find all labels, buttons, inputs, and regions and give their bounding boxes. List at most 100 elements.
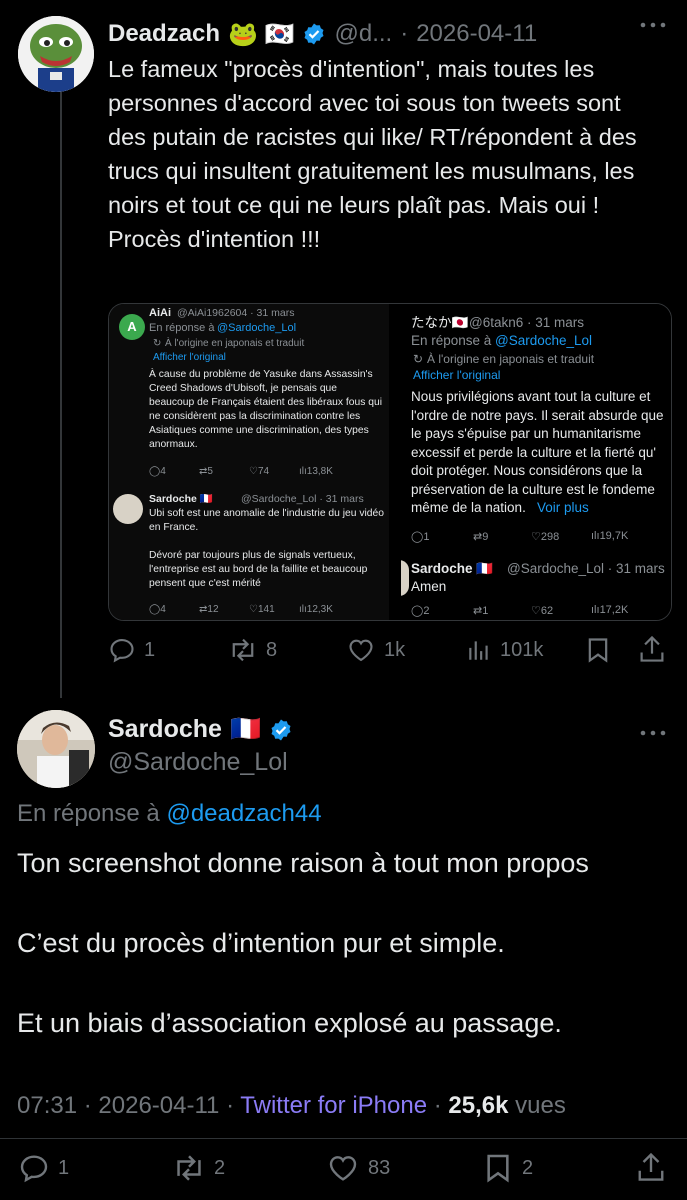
share-button[interactable] xyxy=(638,634,666,664)
views-button[interactable]: 101k xyxy=(466,636,543,664)
mini-actions: ◯ 4 ⇄ 12 ♡ 141 ılı 12,3K xyxy=(149,604,385,615)
repost-button[interactable]: 8 xyxy=(228,636,277,664)
media-right-pane: たなか🇯🇵 @6takn6 · 31 mars En réponse à @Sa… xyxy=(401,304,671,620)
tweet-meta: 07:31 · 2026-04-11 · Twitter for iPhone … xyxy=(17,1092,566,1119)
mini-reply-prefix: En réponse à xyxy=(411,333,492,348)
separator: · xyxy=(400,20,409,47)
repost-count: 8 xyxy=(266,638,278,661)
like-button[interactable]: 1k xyxy=(346,636,405,664)
mini-avatar xyxy=(113,494,143,524)
author-handle[interactable]: @d... xyxy=(334,20,392,48)
bookmark-button[interactable]: 2 xyxy=(482,1152,533,1184)
repost-icon: ⇄ xyxy=(473,605,483,617)
bookmark-count: 2 xyxy=(522,1156,534,1179)
reply-context: En réponse à @deadzach44 xyxy=(17,800,322,828)
reply-button[interactable]: 1 xyxy=(108,636,155,664)
mini-text: Amen xyxy=(411,579,447,594)
repost-icon: ⇄ xyxy=(199,466,208,477)
repost-icon xyxy=(228,636,258,664)
embedded-screenshot[interactable]: A AiAi @AiAi1962604 · 31 mars En réponse… xyxy=(108,303,672,621)
mini-actions: ◯ 2 ⇄ 1 ♡ 62 ılı 17,2K xyxy=(411,604,671,617)
divider xyxy=(0,1138,687,1139)
mini-actions: ◯ 1 ⇄ 9 ♡ 298 ılı 19,7K xyxy=(411,530,671,543)
reply-icon: ◯ xyxy=(411,605,424,617)
mini-text: Ubi soft est une anomalie de l'industrie… xyxy=(149,508,384,589)
like-icon: ♡ xyxy=(249,604,258,615)
mini-views: ılı 13,8K xyxy=(299,466,333,477)
mini-text: À cause du problème de Yasuke dans Assas… xyxy=(149,369,385,450)
like-count: 83 xyxy=(368,1156,391,1179)
tweet-date[interactable]: 2026-04-11 xyxy=(416,20,537,48)
mini-name: たなか🇯🇵 xyxy=(411,315,469,330)
mini-avatar: A xyxy=(119,314,145,340)
mini-voir-plus: Voir plus xyxy=(537,500,589,515)
mini-avatar xyxy=(401,560,409,596)
tweet-text: Le fameux "procès d'intention", mais tou… xyxy=(108,56,644,252)
mini-reply-to: @Sardoche_Lol xyxy=(495,333,593,348)
repost-button[interactable]: 2 xyxy=(172,1152,225,1184)
more-icon[interactable] xyxy=(640,22,666,28)
avatar[interactable] xyxy=(18,16,94,92)
tweet-date[interactable]: 2026-04-11 xyxy=(98,1092,219,1119)
mini-show-original: Afficher l'original xyxy=(413,368,501,382)
translate-icon: ↻ xyxy=(413,352,424,366)
views-count: 25,6k xyxy=(448,1092,509,1119)
views-count: 101k xyxy=(500,638,544,661)
reply-to-link[interactable]: @deadzach44 xyxy=(166,800,321,827)
mini-likes: ♡ 74 xyxy=(249,466,270,477)
mini-likes: ♡ 298 xyxy=(531,531,560,543)
mini-likes: ♡ 141 xyxy=(249,604,275,615)
mini-name: Sardoche 🇫🇷 xyxy=(411,561,494,576)
bookmark-button[interactable] xyxy=(584,636,612,664)
reply-prefix: En réponse à xyxy=(17,800,160,827)
more-icon[interactable] xyxy=(640,730,666,736)
share-icon xyxy=(638,634,666,664)
like-icon: ♡ xyxy=(531,531,541,543)
tweet1-header: Deadzach 🐸 🇰🇷 @d... · 2026-04-11 xyxy=(108,16,537,52)
mini-show-original: Afficher l'original xyxy=(153,352,226,363)
like-button[interactable]: 83 xyxy=(326,1152,390,1184)
mini-name: Sardoche 🇫🇷 xyxy=(149,493,213,505)
reply-icon: ◯ xyxy=(149,466,161,477)
tweet-source[interactable]: Twitter for iPhone xyxy=(240,1092,427,1119)
author-handle[interactable]: @Sardoche_Lol xyxy=(108,748,288,777)
mini-replies: ◯ 4 xyxy=(149,604,166,615)
avatar[interactable] xyxy=(17,710,95,788)
mini-views: ılı 19,7K xyxy=(591,530,629,542)
mini-reposts: ⇄ 1 xyxy=(473,605,489,617)
reply-count: 1 xyxy=(144,638,156,661)
mini-handle: @Sardoche_Lol · 31 mars xyxy=(507,561,665,576)
reply-button[interactable]: 1 xyxy=(18,1152,69,1184)
like-count: 1k xyxy=(384,638,406,661)
share-button[interactable] xyxy=(636,1150,666,1184)
repost-icon: ⇄ xyxy=(473,531,483,543)
paragraph: Ton screenshot donne raison à tout mon p… xyxy=(17,848,589,878)
paragraph: Et un biais d’association explosé au pas… xyxy=(17,1008,562,1038)
like-icon: ♡ xyxy=(249,466,258,477)
tweet2-header: Sardoche 🇫🇷 xyxy=(108,715,293,744)
mini-handle: @6takn6 · 31 mars xyxy=(469,315,585,330)
views-icon: ılı xyxy=(299,604,307,615)
name-emoji: 🇫🇷 xyxy=(229,715,262,743)
repost-icon xyxy=(172,1152,206,1184)
like-icon: ♡ xyxy=(531,605,541,617)
author-name[interactable]: Deadzach xyxy=(108,20,220,48)
mini-replies: ◯ 1 xyxy=(411,531,430,543)
mini-handle: @Sardoche_Lol · 31 mars xyxy=(241,493,364,505)
mini-reposts: ⇄ 9 xyxy=(473,531,489,543)
mini-views: ılı 17,2K xyxy=(591,604,629,616)
views-label: vues xyxy=(515,1092,566,1119)
tweet-time: 07:31 xyxy=(17,1092,78,1119)
reply-count: 1 xyxy=(58,1156,70,1179)
media-left-pane: A AiAi @AiAi1962604 · 31 mars En réponse… xyxy=(109,304,389,620)
mini-reposts: ⇄ 5 xyxy=(199,466,213,477)
mini-views: ılı 12,3K xyxy=(299,604,333,615)
verified-icon xyxy=(302,22,326,46)
reply-icon xyxy=(18,1152,50,1184)
tweet-text: Ton screenshot donne raison à tout mon p… xyxy=(17,846,677,1040)
author-name[interactable]: Sardoche xyxy=(108,715,222,744)
mini-reply-to: @Sardoche_Lol xyxy=(217,322,297,334)
like-icon xyxy=(326,1152,360,1184)
mini-name: AiAi xyxy=(149,307,171,319)
views-icon xyxy=(466,636,492,664)
